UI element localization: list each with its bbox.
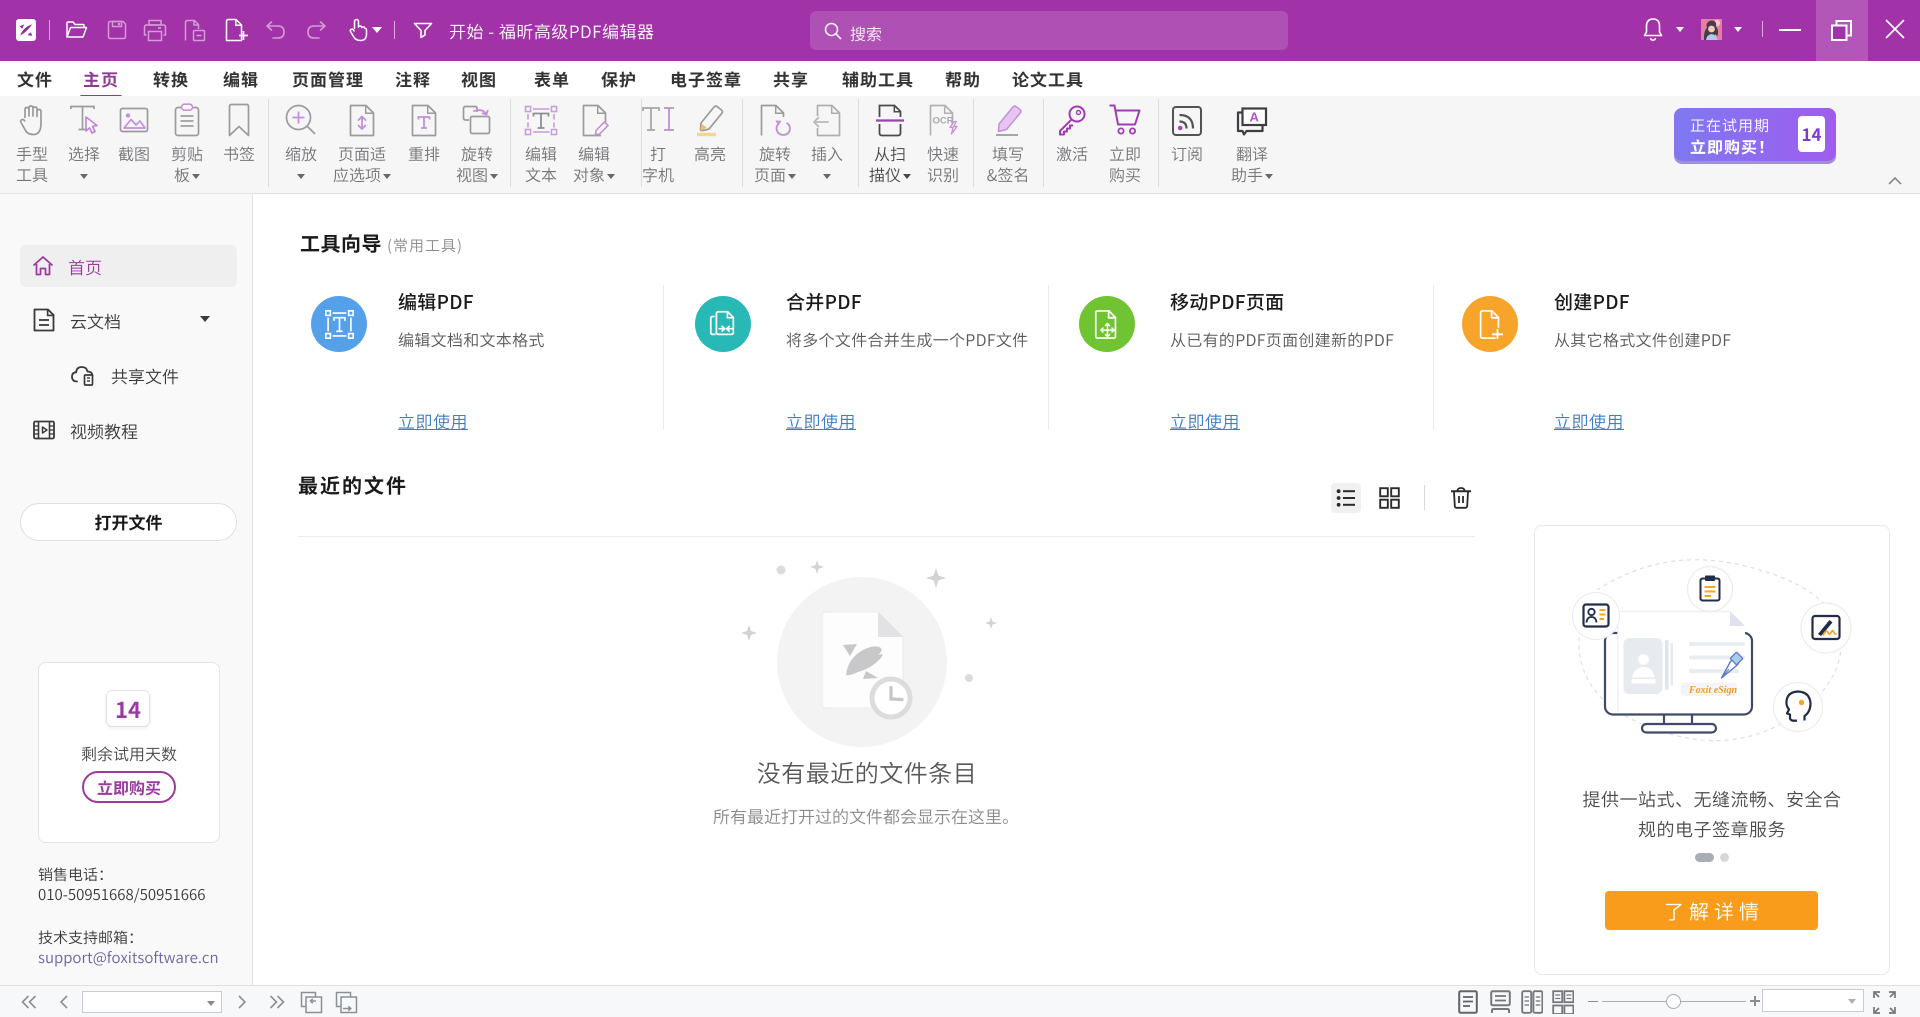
svg-text:A: A: [1250, 110, 1260, 125]
svg-text:OCR: OCR: [933, 116, 954, 127]
svg-text:Foxit eSign: Foxit eSign: [1688, 685, 1738, 696]
